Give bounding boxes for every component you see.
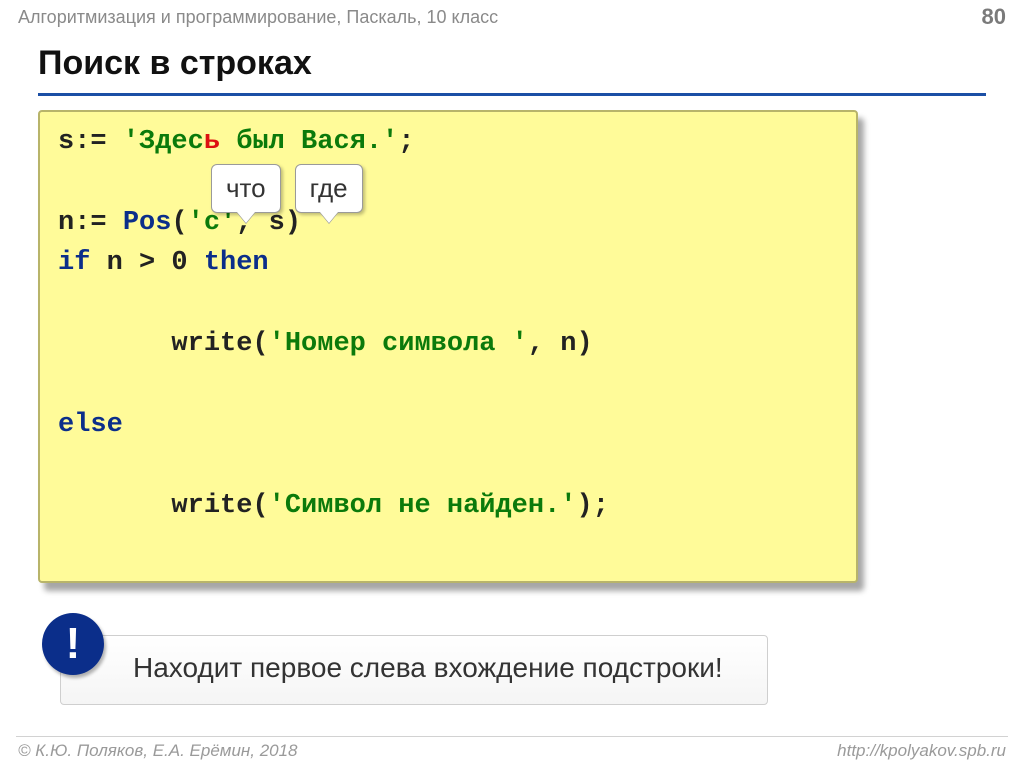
code-token: n:= [58, 208, 123, 238]
code-token: 'Здес [123, 127, 204, 157]
code-line-6: write('Символ не найден.'); [58, 446, 838, 568]
page-number: 80 [982, 4, 1006, 30]
code-block: что где s:= 'Здесь был Вася.'; n:= Pos('… [38, 110, 858, 583]
code-line-2: n:= Pos('с', s) [58, 203, 838, 244]
code-line-1: s:= 'Здесь был Вася.'; [58, 122, 838, 163]
label-what: что [211, 164, 281, 213]
note-text: Находит первое слева вхождение подстроки… [60, 635, 768, 705]
code-token: s:= [58, 127, 123, 157]
code-token: ь [204, 127, 220, 157]
code-token: ; [398, 127, 414, 157]
code-token: write( [123, 329, 269, 359]
code-token: n > 0 [90, 248, 203, 278]
page-title: Поиск в строках [38, 38, 986, 91]
code-token: 'Номер символа ' [269, 329, 528, 359]
note-wrap: ! Находит первое слева вхождение подстро… [60, 635, 986, 705]
code-token: ); [577, 491, 609, 521]
topic: Алгоритмизация и программирование, Паска… [18, 7, 498, 28]
code-token: 'Символ не найден.' [269, 491, 577, 521]
code-token: , n) [528, 329, 593, 359]
code-token: Pos [123, 208, 172, 238]
footer: © К.Ю. Поляков, Е.А. Ерёмин, 2018 http:/… [0, 737, 1024, 767]
slide-header: Алгоритмизация и программирование, Паска… [0, 0, 1024, 32]
code-token: ( [171, 208, 187, 238]
code-token: if [58, 248, 90, 278]
code-line-3: if n > 0 then [58, 243, 838, 284]
label-where: где [295, 164, 363, 213]
arg-labels: что где [211, 164, 363, 213]
code-token: then [204, 248, 269, 278]
title-rule [38, 93, 986, 96]
code-token: write( [123, 491, 269, 521]
code-token: был Вася.' [220, 127, 398, 157]
code-blank [58, 163, 838, 203]
code-line-4: write('Номер символа ', n) [58, 284, 838, 406]
site-link[interactable]: http://kpolyakov.spb.ru [837, 741, 1006, 761]
info-badge-icon: ! [42, 613, 104, 675]
title-wrap: Поиск в строках [0, 32, 1024, 96]
copyright: © К.Ю. Поляков, Е.А. Ерёмин, 2018 [18, 741, 298, 761]
code-line-5: else [58, 405, 838, 446]
code-token: else [58, 410, 123, 440]
